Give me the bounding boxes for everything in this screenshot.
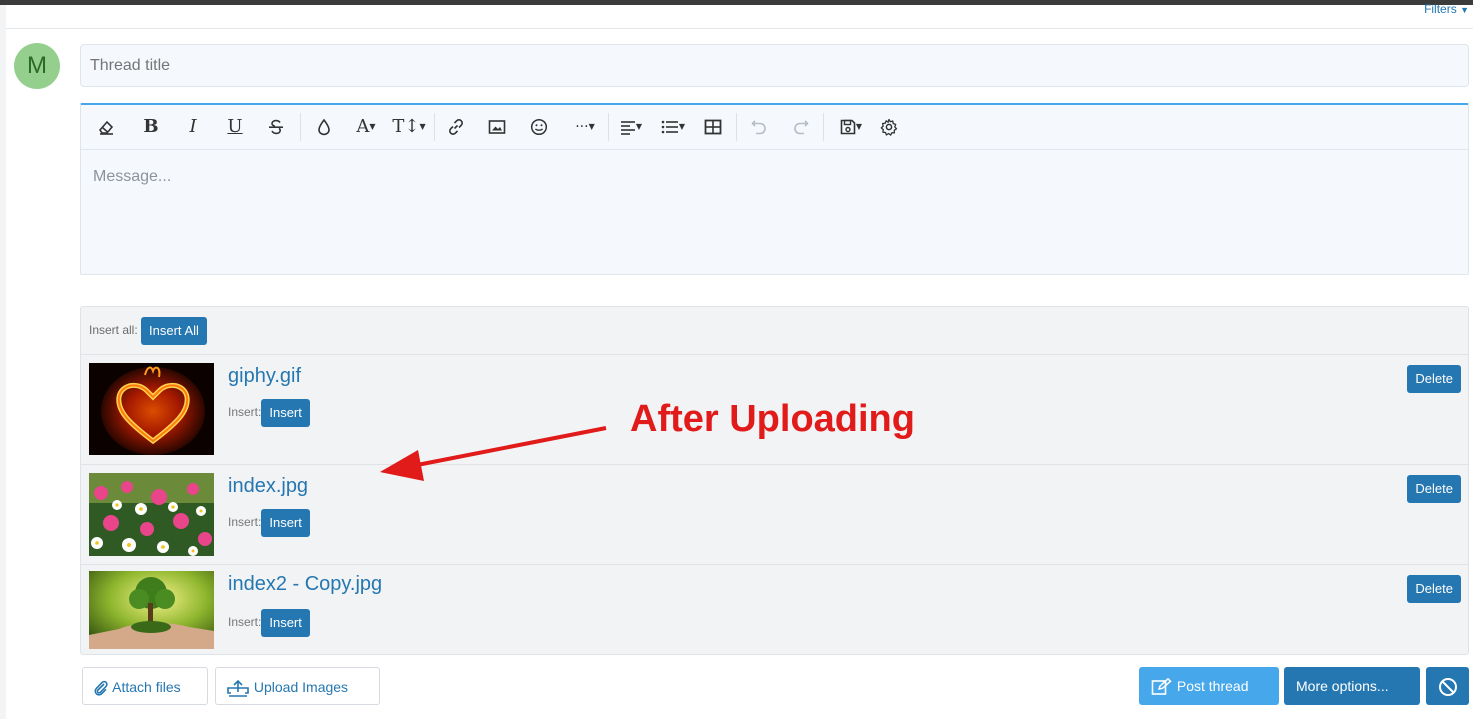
window-top-border [0, 0, 1473, 5]
bold-icon[interactable]: B [139, 113, 163, 141]
caret-down-icon: ▼ [588, 122, 595, 131]
font-family-icon[interactable]: A▼ [349, 113, 383, 141]
insert-image-icon[interactable] [484, 113, 510, 141]
attach-files-label: Attach files [112, 679, 181, 695]
strikethrough-icon[interactable] [264, 113, 288, 141]
edit-icon [1151, 678, 1173, 696]
paperclip-icon [93, 679, 109, 696]
post-thread-label: Post thread [1176, 678, 1249, 694]
text-color-icon[interactable] [311, 113, 337, 141]
cancel-icon [1438, 678, 1458, 697]
attachment-row: index.jpg Insert: Insert Delete [81, 465, 1468, 565]
italic-icon[interactable]: I [182, 113, 204, 141]
divider [6, 28, 1473, 29]
delete-button[interactable]: Delete [1407, 365, 1461, 393]
upload-images-label: Upload Images [253, 679, 349, 695]
filters-label[interactable]: Filters [1424, 2, 1457, 16]
attachment-insert-group: Insert: Insert [228, 509, 310, 537]
post-thread-button[interactable]: Post thread [1139, 667, 1279, 705]
more-insert-icon[interactable]: ···▼ [565, 113, 605, 141]
underline-icon[interactable]: U [223, 113, 247, 141]
font-size-glyph: T↕ [392, 116, 420, 137]
attach-files-button[interactable]: Attach files [82, 667, 208, 705]
attachment-insert-group: Insert: Insert [228, 609, 310, 637]
toggle-bbcode-icon[interactable] [876, 113, 902, 141]
attachment-filename[interactable]: giphy.gif [228, 365, 301, 388]
chevron-down-icon: ▼ [1460, 5, 1469, 15]
avatar[interactable]: M [14, 43, 60, 89]
attachment-manager: Insert all: Insert All giphy.gif Insert:… [80, 306, 1469, 655]
emoji-icon[interactable] [526, 113, 552, 141]
form-actions: Attach files Upload Images Post thread M… [80, 667, 1469, 707]
drafts-icon[interactable]: ▼ [831, 113, 871, 141]
filters-menu[interactable]: Filters ▼ [1424, 2, 1469, 16]
caret-down-icon: ▼ [635, 122, 643, 131]
toolbar-divider [434, 113, 435, 141]
message-input[interactable]: Message... [81, 150, 1468, 204]
insert-all-button[interactable]: Insert All [141, 317, 207, 345]
align-icon[interactable]: ▼ [614, 113, 648, 141]
table-icon[interactable] [700, 113, 726, 141]
toolbar-divider [300, 113, 301, 141]
delete-button[interactable]: Delete [1407, 475, 1461, 503]
message-editor[interactable]: B I U A▼ T↕▼ ···▼ ▼ ▼ ▼ Message... [80, 103, 1469, 275]
font-family-glyph: A [356, 116, 370, 137]
delete-button[interactable]: Delete [1407, 575, 1461, 603]
caret-down-icon: ▼ [678, 122, 686, 131]
insert-all-label: Insert all: [89, 323, 138, 338]
caret-down-icon: ▼ [419, 122, 426, 131]
attachment-thumbnail[interactable] [89, 571, 214, 649]
attachment-row: index2 - Copy.jpg Insert: Insert Delete [81, 565, 1468, 655]
left-gutter [0, 5, 6, 719]
insert-label: Insert: [228, 405, 262, 420]
insert-label: Insert: [228, 515, 262, 530]
annotation-text: After Uploading [630, 398, 915, 440]
insert-all-row: Insert all: Insert All [81, 307, 1468, 355]
toolbar-divider [736, 113, 737, 141]
more-insert-glyph: ··· [575, 119, 589, 135]
attachment-thumbnail[interactable] [89, 363, 214, 455]
upload-images-button[interactable]: Upload Images [215, 667, 380, 705]
toolbar-divider [823, 113, 824, 141]
thread-title-input[interactable] [80, 44, 1469, 87]
undo-icon[interactable] [746, 113, 772, 141]
editor-toolbar: B I U A▼ T↕▼ ···▼ ▼ ▼ ▼ [81, 105, 1468, 150]
caret-down-icon: ▼ [855, 122, 863, 131]
insert-button[interactable]: Insert [261, 609, 310, 637]
upload-cloud-icon [226, 679, 250, 698]
attachment-filename[interactable]: index.jpg [228, 475, 308, 498]
insert-label: Insert: [228, 615, 262, 630]
font-size-icon[interactable]: T↕▼ [391, 113, 427, 141]
attachment-filename[interactable]: index2 - Copy.jpg [228, 573, 382, 596]
toolbar-divider [608, 113, 609, 141]
list-icon[interactable]: ▼ [655, 113, 691, 141]
attachment-insert-group: Insert: Insert [228, 399, 310, 427]
insert-link-icon[interactable] [443, 113, 469, 141]
attachment-thumbnail[interactable] [89, 473, 214, 556]
caret-down-icon: ▼ [369, 122, 376, 131]
more-options-button[interactable]: More options... [1284, 667, 1420, 705]
cancel-button[interactable] [1426, 667, 1469, 705]
insert-button[interactable]: Insert [261, 399, 310, 427]
clear-formatting-icon[interactable] [93, 113, 119, 141]
insert-button[interactable]: Insert [261, 509, 310, 537]
redo-icon[interactable] [788, 113, 814, 141]
